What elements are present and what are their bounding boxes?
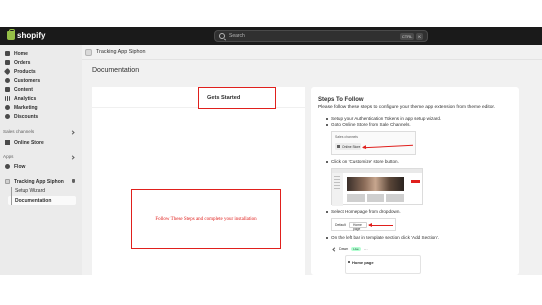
step-item: Click on 'Customize' store button.: [326, 159, 513, 165]
steps-list: Setup your Authentication Tokens in app …: [318, 116, 513, 274]
steps-title: Steps To Follow: [318, 97, 364, 103]
steps-intro: Please follow these steps to configure y…: [318, 105, 496, 110]
sidebar-item-label: Discounts: [14, 113, 39, 120]
shot-online-store-row: Online Store: [335, 143, 361, 150]
sidebar: Home Orders Products Customers Content A…: [0, 45, 82, 275]
content-icon: [5, 87, 10, 92]
brand-name: shopify: [17, 31, 46, 40]
discount-icon: [5, 114, 10, 119]
homepage-dropdown-screenshot: Default Home page: [331, 218, 396, 231]
shortcut-key-ctrl: CTRL: [399, 32, 415, 40]
sidebar-item-analytics[interactable]: Analytics: [5, 94, 77, 103]
customize-store-screenshot: [331, 168, 423, 206]
search-input[interactable]: Search CTRL K: [214, 30, 428, 42]
more-icon: ···: [363, 246, 368, 252]
store-icon: [337, 145, 340, 148]
sidebar-item-tracking-app[interactable]: Tracking App Siphon: [5, 177, 77, 186]
online-store-screenshot: Sales channels Online Store: [331, 131, 416, 155]
app-icon: [5, 179, 10, 184]
gets-started-text: Gets Started: [207, 95, 241, 101]
add-section-screenshot: Dawn Live ··· Home page: [331, 244, 421, 274]
back-arrow-icon: [332, 246, 337, 252]
pin-icon[interactable]: [72, 179, 75, 183]
shot-thumbnails: [347, 194, 405, 202]
chevron-right-icon[interactable]: [70, 130, 75, 135]
shopify-logo[interactable]: shopify: [7, 29, 46, 40]
tag-icon: [3, 67, 12, 76]
sidebar-item-discounts[interactable]: Discounts: [5, 112, 77, 121]
step-item: Select Homepage from dropdown.: [326, 209, 513, 215]
target-icon: [5, 105, 10, 110]
sidebar-item-marketing[interactable]: Marketing: [5, 103, 77, 112]
red-arrow-annotation: [368, 223, 393, 227]
divider: [82, 59, 542, 60]
orders-icon: [5, 60, 10, 65]
sidebar-item-flow[interactable]: Flow: [5, 162, 77, 171]
sidebar-item-label: Customers: [14, 77, 41, 84]
follow-steps-callout: Follow These Steps and complete your ins…: [131, 189, 281, 249]
shot-home-page-dropdown: Home page: [349, 222, 367, 231]
sidebar-item-label: Documentation: [15, 197, 52, 204]
shot-default-label: Default: [335, 223, 346, 227]
sidebar-item-label: Marketing: [14, 104, 38, 111]
flow-icon: [5, 164, 10, 169]
home-icon: [5, 51, 10, 56]
shot-online-store-label: Online Store: [342, 144, 361, 149]
search-placeholder: Search: [229, 33, 245, 39]
app-header-title: Tracking App Siphon: [96, 49, 146, 55]
sidebar-item-label: Flow: [14, 163, 26, 170]
sidebar-item-label: Products: [14, 68, 36, 75]
sidebar-item-label: Content: [14, 86, 33, 93]
sidebar-item-home[interactable]: Home: [5, 49, 77, 58]
tree-line: [11, 187, 12, 205]
sidebar-item-setup-wizard[interactable]: Setup Wizard: [15, 186, 77, 195]
page-icon: [348, 261, 350, 263]
shot-template-panel: Home page: [345, 255, 421, 274]
sidebar-item-label: Online Store: [14, 139, 44, 146]
shot-live-badge: Live: [351, 247, 361, 251]
shot-home-page-title: Home page: [352, 260, 374, 265]
store-icon: [5, 140, 10, 145]
red-arrow-annotation: [363, 144, 413, 149]
shot-editor-topbar: Dawn Live ···: [331, 244, 421, 254]
step-item: On the left bar in template section clic…: [326, 235, 513, 241]
bar-chart-icon: [5, 96, 10, 101]
page-title: Documentation: [92, 67, 140, 74]
follow-steps-text: Follow These Steps and complete your ins…: [155, 216, 257, 222]
chevron-right-icon[interactable]: [70, 155, 75, 160]
sidebar-item-online-store[interactable]: Online Store: [5, 138, 77, 147]
shot-customize-highlight: [411, 180, 420, 183]
shot-sidebar: [332, 173, 343, 206]
shortcut-key-k: K: [416, 32, 423, 40]
sidebar-item-label: Tracking App Siphon: [14, 178, 64, 185]
sidebar-item-content[interactable]: Content: [5, 85, 77, 94]
apps-heading[interactable]: Apps: [3, 154, 13, 159]
shopify-bag-icon: [7, 29, 15, 40]
sidebar-item-label: Analytics: [14, 95, 37, 102]
gets-started-heading: Gets Started: [198, 87, 276, 109]
person-icon: [5, 78, 10, 83]
sidebar-item-customers[interactable]: Customers: [5, 76, 77, 85]
sidebar-item-documentation[interactable]: Documentation: [8, 196, 76, 205]
sidebar-item-label: Home: [14, 50, 28, 57]
app-header: Tracking App Siphon: [82, 45, 542, 59]
section-label-text: Apps: [3, 154, 14, 159]
section-label-text: Sales channels: [3, 129, 35, 134]
shot-theme-name: Dawn: [339, 247, 349, 251]
sidebar-item-orders[interactable]: Orders: [5, 58, 77, 67]
steps-card: Steps To Follow Please follow these step…: [311, 87, 519, 275]
sidebar-item-products[interactable]: Products: [3, 67, 77, 76]
step-item: Goto Online Store from Sale Channels.: [326, 122, 513, 128]
sidebar-item-label: Orders: [14, 59, 31, 66]
sidebar-item-label: Setup Wizard: [15, 187, 46, 194]
shot-sales-channels-label: Sales channels: [335, 135, 358, 139]
search-icon: [219, 33, 225, 39]
app-icon: [85, 48, 92, 56]
shot-theme-preview: [347, 177, 404, 191]
shot-topbar: [332, 169, 422, 173]
sales-channels-heading[interactable]: Sales channels: [3, 129, 34, 134]
